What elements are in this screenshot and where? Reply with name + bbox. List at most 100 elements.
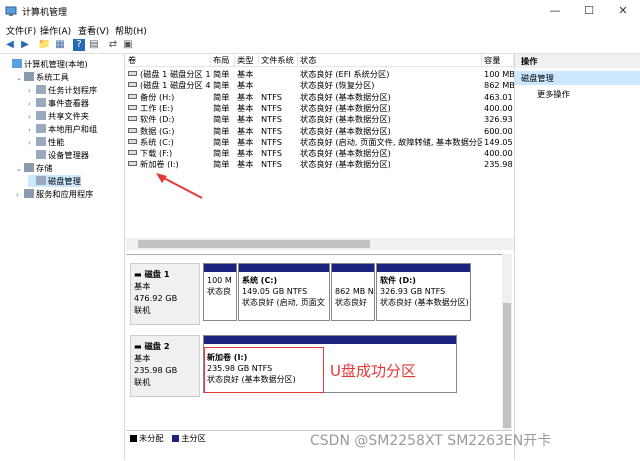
partition-block[interactable]: 软件 (D:) 326.93 GB NTFS 状态良好 (基本数据分区) [376,263,471,321]
disk-name: 磁盘 1 [144,269,170,279]
capacity-cell: 400.00 [484,102,513,113]
expander-icon[interactable]: ⌄ [16,165,24,173]
type-cell: 基本 [237,148,254,159]
table-row[interactable]: (磁盘 1 磁盘分区 1) 简单 基本 状态良好 (EFI 系统分区) 100 MB [126,69,514,80]
tree-item[interactable]: › 事件查看器 [28,97,89,109]
tree-item[interactable]: 设备管理器 [28,149,89,161]
status-cell: 状态良好 (基本数据分区) [300,125,391,136]
table-row[interactable]: 系统 (C:) 简单 基本 NTFS 状态良好 (启动, 页面文件, 故障转储, 基本数… [126,137,514,148]
volume-cell: 备份 (H:) [128,92,211,103]
tree-item[interactable]: 磁盘管理 [28,175,81,187]
primary-swatch [172,435,180,442]
export-icon[interactable]: ⇄ [107,39,119,51]
partition-block[interactable]: 100 M 状态良 [203,263,237,321]
layout-cell: 简单 [213,102,230,113]
refresh-icon[interactable]: ▣ [122,39,134,51]
tree-item[interactable]: › 性能 [28,136,64,148]
layout-cell: 简单 [213,69,230,79]
tree-node-icon [24,72,34,81]
help-icon[interactable]: ? [73,39,85,51]
maximize-button[interactable]: ☐ [572,0,606,22]
scroll-thumb[interactable] [138,240,370,248]
fs-cell: NTFS [261,159,282,170]
scroll-thumb[interactable] [503,303,511,428]
table-row[interactable]: 数据 (G:) 简单 基本 NTFS 状态良好 (基本数据分区) 600.00 [126,126,514,137]
disk-icon: ▬ [134,269,145,279]
tree-node-icon [12,59,22,68]
volume-list: 卷 布局 类型 文件系统 状态 容量 (磁盘 1 磁盘分区 1) 简单 基本 状态良好… [126,54,514,252]
partition-block[interactable]: 862 MB N 状态良好 [331,263,375,321]
legend-primary: 主分区 [181,433,206,443]
volume-icon [128,71,137,76]
annotation-text: U盘成功分区 [330,362,416,380]
tree-item-label: 共享文件夹 [48,111,89,121]
column-volume[interactable]: 卷 [126,54,211,67]
tree-node-icon [24,163,34,172]
table-row[interactable]: 下载 (F:) 简单 基本 NTFS 状态良好 (基本数据分区) 400.00 [126,148,514,159]
column-type[interactable]: 类型 [235,54,259,67]
actions-section-disk-management[interactable]: 磁盘管理 [515,71,640,85]
fs-cell: NTFS [261,114,282,125]
forward-icon[interactable]: ▶ [19,39,31,51]
tree-item[interactable]: ⌄ 系统工具 [16,71,69,83]
fs-cell: NTFS [261,91,282,102]
expander-icon[interactable]: › [28,139,36,147]
layout-cell: 简单 [213,125,230,136]
volume-cell: 系统 (C:) [128,137,211,148]
status-cell: 状态良好 (基本数据分区) [300,91,391,102]
disk-label[interactable]: ▬ 磁盘 2 基本 235.98 GB 联机 [130,335,200,397]
menu-file[interactable]: 文件(F) [6,24,36,37]
tree-item[interactable]: › 本地用户和组 [28,123,97,135]
status-cell: 状态良好 (恢复分区) [300,80,375,91]
show-hide-tree-icon[interactable]: ▦ [54,39,66,51]
tree-node-icon [24,189,34,198]
up-folder-icon[interactable]: 📁 [38,39,50,51]
tree-node-icon [36,111,46,120]
window-title: 计算机管理 [22,8,68,18]
expander-icon[interactable]: ⌄ [16,74,24,82]
disk-name: 磁盘 2 [144,341,170,351]
tree-item[interactable]: › 共享文件夹 [28,110,89,122]
close-button[interactable]: ✕ [606,0,640,22]
tree-item-label: 系统工具 [36,72,69,82]
expander-icon[interactable]: › [28,87,36,95]
partition-block[interactable]: 系统 (C:) 149.05 GB NTFS 状态良好 (启动, 页面文 [238,263,330,321]
fs-cell: NTFS [261,148,282,159]
horizontal-scrollbar[interactable] [126,238,514,250]
column-capacity[interactable]: 容量 [482,54,514,67]
menu-help[interactable]: 帮助(H) [115,24,147,37]
tree-item-label: 服务和应用程序 [36,189,94,199]
tree-item[interactable]: › 服务和应用程序 [16,188,93,200]
table-row[interactable]: 工作 (E:) 简单 基本 NTFS 状态良好 (基本数据分区) 400.00 [126,103,514,114]
highlight-box [204,347,324,393]
table-row[interactable]: 备份 (H:) 简单 基本 NTFS 状态良好 (基本数据分区) 463.01 [126,92,514,103]
menu-view[interactable]: 查看(V) [78,24,109,37]
table-row[interactable]: 软件 (D:) 简单 基本 NTFS 状态良好 (基本数据分区) 326.93 [126,114,514,125]
tree-item[interactable]: ⌄ 存储 [16,162,52,174]
expander-icon[interactable]: › [28,126,36,134]
status-cell: 状态良好 (EFI 系统分区) [300,69,390,79]
minimize-button[interactable]: — [538,0,572,22]
type-cell: 基本 [237,69,254,79]
back-icon[interactable]: ◀ [4,39,16,51]
tree-item-label: 存储 [36,163,53,173]
tree-item[interactable]: 计算机管理(本地) [4,58,88,70]
column-layout[interactable]: 布局 [211,54,235,67]
expander-icon[interactable]: › [28,100,36,108]
vertical-scrollbar[interactable] [502,254,512,430]
tree-item[interactable]: › 任务计划程序 [28,84,97,96]
status-cell: 状态良好 (基本数据分区) [300,114,391,125]
more-actions-link[interactable]: 更多操作 [537,88,570,100]
column-status[interactable]: 状态 [298,54,482,67]
column-filesystem[interactable]: 文件系统 [259,54,298,67]
expander-icon[interactable]: › [28,113,36,121]
tree-node-icon [36,98,46,107]
tree-item-label: 设备管理器 [48,150,89,160]
disk-label[interactable]: ▬ 磁盘 1 基本 476.92 GB 联机 [130,263,200,325]
table-row[interactable]: (磁盘 1 磁盘分区 4) 简单 基本 状态良好 (恢复分区) 862 MB [126,80,514,91]
menu-action[interactable]: 操作(A) [40,24,71,37]
expander-icon[interactable]: › [16,191,24,199]
properties-icon[interactable]: ▤ [88,39,100,51]
layout-cell: 简单 [213,80,230,91]
capacity-cell: 463.01 [484,91,513,102]
